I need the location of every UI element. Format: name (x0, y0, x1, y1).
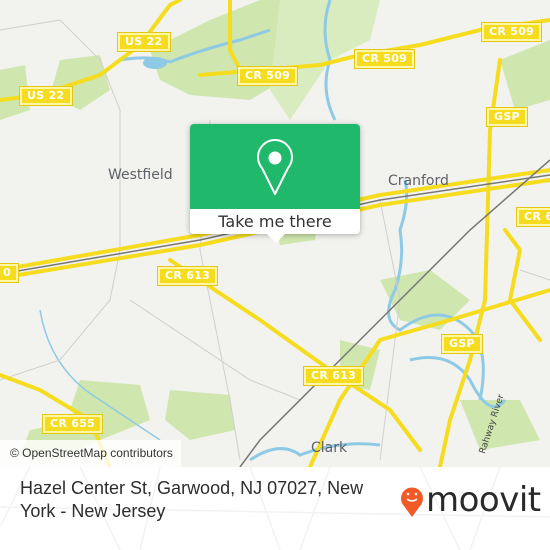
road-shield-cr509: CR 509 (355, 50, 415, 68)
park-area (165, 390, 235, 440)
park-area (500, 40, 550, 110)
road-shield-cr509: CR 509 (482, 23, 542, 41)
road-shield-cr509: CR 509 (238, 67, 298, 85)
road (503, 228, 542, 342)
moovit-pin-icon (401, 487, 423, 517)
road-shield-gsp: GSP (487, 108, 527, 126)
moovit-wordmark: moovit (426, 480, 541, 520)
location-popup: Take me there (190, 124, 360, 243)
place-label-westfield: Westfield (108, 167, 173, 183)
road-shield-cr613: CR 613 (158, 267, 218, 285)
footer: Hazel Center St, Garwood, NJ 07027, New … (0, 467, 550, 550)
map[interactable]: US 22 US 22 CR 509 CR 509 CR 509 GSP GSP… (0, 0, 550, 467)
map-attribution[interactable]: © OpenStreetMap contributors (0, 440, 181, 467)
lake (143, 57, 167, 69)
take-me-there-button[interactable]: Take me there (190, 209, 360, 234)
minor-road (129, 299, 301, 401)
place-label-clark: Clark (311, 440, 348, 456)
road-shield-cr613: CR 613 (304, 367, 364, 385)
road-shield-partial: 0 (0, 264, 18, 282)
place-label-cranford: Cranford (388, 173, 449, 189)
road-shield-gsp: GSP (442, 335, 482, 353)
address-text: Hazel Center St, Garwood, NJ 07027, New … (20, 478, 364, 521)
popup-pointer (267, 234, 285, 243)
road-shield-cr61: CR 61 (517, 208, 550, 226)
road-shield-us22: US 22 (118, 33, 170, 51)
popup-header (190, 124, 360, 209)
road-shield-us22: US 22 (20, 87, 72, 105)
road-shield-cr655: CR 655 (43, 415, 103, 433)
map-pin-icon (257, 139, 293, 195)
minor-road (519, 269, 550, 281)
